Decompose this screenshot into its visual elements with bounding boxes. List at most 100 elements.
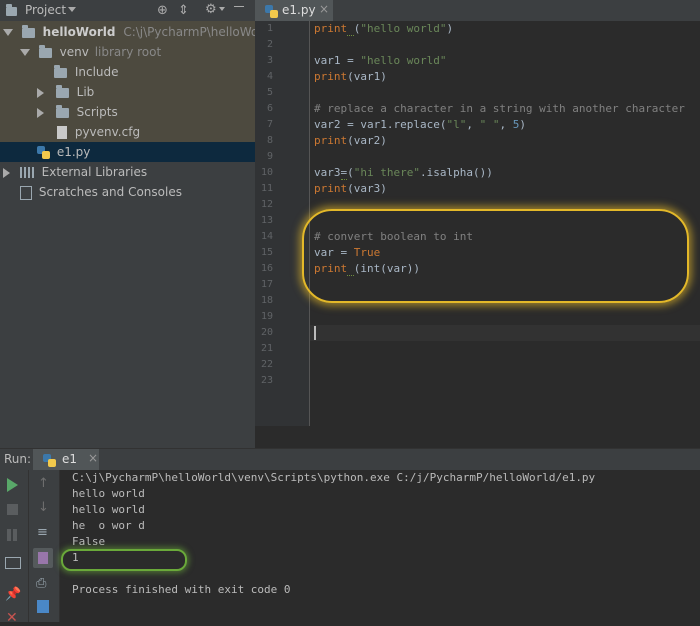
file-icon	[57, 126, 67, 139]
tree-item-label: Lib	[76, 85, 95, 99]
target-icon[interactable]: ⊕	[157, 3, 168, 18]
line-number: 11	[260, 183, 273, 194]
folder-icon	[21, 24, 35, 38]
line-number: 10	[260, 167, 273, 178]
console-line: hello world	[72, 503, 145, 516]
gear-dropdown-icon[interactable]	[219, 7, 225, 21]
line-number: 2	[266, 39, 273, 50]
tree-item-helloworld[interactable]: helloWorld C:\j\PycharmP\helloWorld	[3, 22, 274, 42]
tree-item-e1-py[interactable]: e1.py	[37, 142, 90, 162]
tree-item-label: Scratches and Consoles	[38, 185, 182, 199]
folder-icon	[55, 104, 69, 118]
soft-wrap-icon[interactable]: ≡	[37, 525, 48, 540]
down-arrow-icon[interactable]: ↓	[38, 500, 49, 515]
line-number: 19	[260, 311, 273, 322]
pause-icon[interactable]	[7, 529, 11, 541]
run-config-label: e1	[62, 452, 78, 466]
expand-arrow-icon[interactable]	[3, 29, 13, 36]
code-line-4: print(var1)	[314, 70, 387, 83]
code-line-10: var3=("hi there".isalpha())	[314, 166, 493, 180]
run-toolbar-secondary: ↑ ↓ ≡ ⎙	[29, 470, 60, 622]
layout-icon[interactable]	[5, 557, 21, 569]
line-number: 14	[260, 231, 273, 242]
code-annotation-highlight	[302, 209, 689, 303]
tree-item-scripts[interactable]: Scripts	[37, 102, 118, 122]
trash-icon[interactable]	[37, 600, 49, 613]
scroll-to-end-button[interactable]	[33, 548, 53, 568]
folder-icon	[38, 44, 52, 58]
close-icon[interactable]: ×	[88, 451, 98, 465]
python-file-icon	[37, 146, 50, 159]
line-number: 7	[266, 119, 273, 130]
library-icon	[19, 167, 34, 178]
expand-arrow-icon[interactable]	[37, 87, 44, 98]
tree-item-lib[interactable]: Lib	[37, 82, 94, 102]
line-number: 12	[260, 199, 273, 210]
tree-item-label: helloWorld	[42, 25, 116, 39]
project-icon	[6, 4, 17, 18]
tree-item-path: C:\j\PycharmP\helloWorld	[123, 25, 275, 39]
tree-item-pyvenv-cfg[interactable]: pyvenv.cfg	[57, 122, 140, 142]
line-number: 13	[260, 215, 273, 226]
print-icon[interactable]: ⎙	[36, 576, 46, 591]
expand-arrow-icon[interactable]	[3, 167, 10, 178]
code-line-11: print(var3)	[314, 182, 387, 195]
project-panel-header: Project ⊕ ⇕ ⚙	[0, 0, 255, 22]
close-run-icon[interactable]: ✕	[6, 610, 18, 626]
tree-item-label: External Libraries	[41, 165, 148, 179]
tree-item-label: venv	[59, 45, 89, 59]
tree-item-label: Scripts	[76, 105, 118, 119]
tree-item-label: e1.py	[56, 145, 91, 159]
run-icon[interactable]	[7, 478, 18, 492]
expand-arrow-icon[interactable]	[20, 49, 30, 56]
editor-bottom-area	[255, 426, 700, 448]
text-caret	[314, 326, 316, 340]
line-number: 9	[266, 151, 273, 162]
tree-item-include[interactable]: Include	[54, 62, 119, 82]
output-annotation-highlight	[61, 549, 187, 571]
python-file-icon	[43, 454, 56, 467]
up-arrow-icon[interactable]: ↑	[38, 476, 49, 491]
console-line: he o wor d	[72, 519, 145, 532]
tree-item-scratches[interactable]: Scratches and Consoles	[20, 182, 182, 202]
line-number: 3	[266, 55, 273, 66]
tree-item-label: Include	[74, 65, 119, 79]
line-number: 1	[266, 23, 273, 34]
hide-panel-icon[interactable]	[234, 6, 244, 7]
collapse-all-icon[interactable]: ⇕	[178, 3, 189, 18]
tab-e1-py[interactable]: e1.py ×	[255, 0, 333, 21]
project-view-label[interactable]: Project	[25, 3, 66, 17]
line-number: 21	[260, 343, 273, 354]
line-number: 22	[260, 359, 273, 370]
line-number: 18	[260, 295, 273, 306]
line-number: 4	[266, 71, 273, 82]
tab-label: e1.py	[282, 3, 316, 17]
scroll-to-end-icon	[38, 552, 48, 564]
line-number: 20	[260, 327, 273, 338]
project-view-dropdown-icon[interactable]	[68, 7, 76, 21]
console-line: C:\j\PycharmP\helloWorld\venv\Scripts\py…	[72, 471, 596, 484]
close-icon[interactable]: ×	[319, 2, 329, 16]
console-line: hello world	[72, 487, 145, 500]
code-line-6: # replace a character in a string with a…	[314, 102, 685, 115]
pin-icon[interactable]: 📌	[5, 587, 21, 602]
current-line-highlight	[310, 325, 700, 341]
tree-item-label: pyvenv.cfg	[74, 125, 141, 139]
line-number: 15	[260, 247, 273, 258]
python-file-icon	[265, 5, 278, 18]
line-number: 6	[266, 103, 273, 114]
tree-item-venv[interactable]: venv library root	[20, 42, 161, 62]
scratches-icon	[20, 185, 32, 200]
console-output[interactable]	[60, 470, 700, 622]
expand-arrow-icon[interactable]	[37, 107, 44, 118]
folder-icon	[55, 84, 69, 98]
gear-icon[interactable]: ⚙	[205, 2, 217, 17]
code-line-1: print ("hello world")	[314, 22, 454, 36]
run-config-tab[interactable]: e1 ×	[33, 449, 99, 470]
line-number: 8	[266, 135, 273, 146]
stop-icon[interactable]	[7, 504, 18, 515]
tree-item-external-libraries[interactable]: External Libraries	[3, 162, 147, 182]
console-line: Process finished with exit code 0	[72, 583, 291, 596]
code-line-8: print(var2)	[314, 134, 387, 147]
console-line: False	[72, 535, 106, 548]
